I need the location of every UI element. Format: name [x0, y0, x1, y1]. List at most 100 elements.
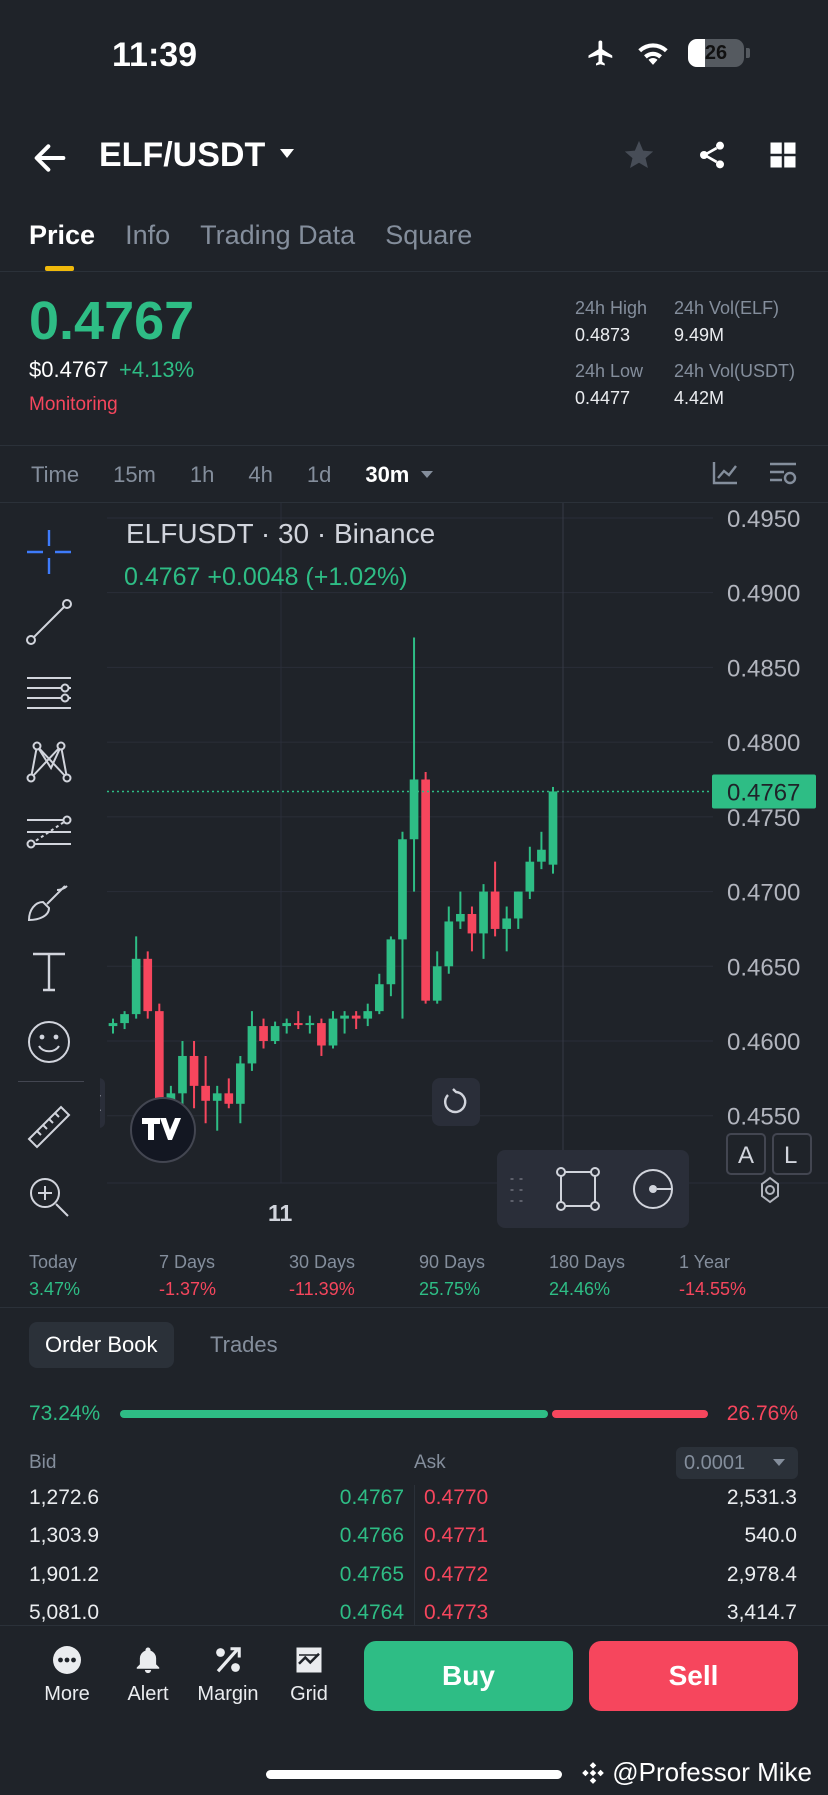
ruler-icon[interactable] [25, 1103, 73, 1151]
tab-info[interactable]: Info [125, 220, 170, 265]
candle-body [467, 913, 477, 934]
star-icon[interactable] [622, 138, 656, 172]
chart-settings-icon[interactable] [768, 460, 798, 486]
margin-button[interactable]: Margin [193, 1645, 263, 1706]
period-value: -1.37% [159, 1279, 217, 1299]
tab-order-book[interactable]: Order Book [29, 1322, 174, 1368]
handle-dot [556, 1167, 566, 1177]
indicator-icon[interactable] [711, 460, 739, 486]
y-tick-label: 0.4950 [727, 506, 800, 533]
orderbook-row[interactable]: 1,901.2 0.4765 0.4772 2,978.4 [0, 1563, 828, 1597]
candle-body [502, 918, 512, 929]
trend-line-icon[interactable] [25, 598, 73, 646]
y-tick-label: 0.4750 [727, 805, 800, 832]
status-icons: 26 [584, 38, 750, 68]
stat-vol-usdt-value: 4.42M [674, 388, 725, 408]
stat-vol-usdt-label: 24h Vol(USDT) [674, 361, 796, 381]
stat-high-value: 0.4873 [575, 325, 631, 345]
buy-button[interactable]: Buy [364, 1641, 573, 1711]
candle-body [513, 891, 523, 919]
candle-body [351, 1015, 361, 1019]
y-tick-label: 0.4600 [727, 1029, 800, 1056]
pattern-icon[interactable] [25, 738, 73, 786]
sell-button[interactable]: Sell [589, 1641, 798, 1711]
interval-time[interactable]: Time [31, 462, 79, 488]
tradingview-logo-icon [130, 1097, 196, 1163]
tab-trading-data[interactable]: Trading Data [200, 220, 355, 265]
handle-dot [556, 1201, 566, 1211]
period-label: 180 Days [549, 1252, 626, 1272]
orderbook-row[interactable]: 1,303.9 0.4766 0.4771 540.0 [0, 1524, 828, 1558]
crosshair-icon[interactable] [25, 528, 73, 576]
drawing-toolbar [0, 503, 100, 1238]
handle-dot [590, 1201, 600, 1211]
status-time: 11:39 [112, 36, 198, 74]
interval-30m[interactable]: 30m [365, 462, 409, 488]
horizontal-lines-icon[interactable] [25, 668, 73, 716]
fib-retracement-icon[interactable] [25, 808, 73, 856]
interval-15m[interactable]: 15m [113, 462, 156, 488]
brush-icon[interactable] [25, 878, 73, 926]
text-tool-icon[interactable] [25, 948, 73, 996]
bid-price: 0.4767 [339, 1486, 404, 1509]
price-chart[interactable]: 0.4950 0.4900 0.4850 0.4800 0.4750 0.4700 0.46… [0, 503, 828, 1238]
bid-price: 0.4764 [339, 1601, 404, 1624]
period-30d: 30 Days -11.39% [289, 1252, 355, 1300]
candle [421, 772, 430, 1004]
ask-ratio-fill [552, 1410, 708, 1418]
interval-dropdown-icon[interactable] [419, 462, 435, 486]
y-tick-label: 0.4800 [727, 730, 800, 757]
period-performance: Today 3.47% 7 Days -1.37% 30 Days -11.39% 9… [0, 1238, 828, 1308]
interval-4h[interactable]: 4h [248, 462, 272, 488]
candle-body [305, 1023, 315, 1026]
tab-trades[interactable]: Trades [210, 1322, 278, 1368]
grid-label: Grid [290, 1683, 328, 1705]
candle-body [421, 779, 430, 1001]
bid-price: 0.4765 [339, 1563, 404, 1586]
candle-body [328, 1018, 338, 1046]
candle-body [456, 913, 465, 922]
candle-body [386, 939, 396, 985]
grid-bot-icon [296, 1647, 322, 1673]
reset-chart-button[interactable] [432, 1078, 480, 1126]
ask-quantity: 3,414.7 [726, 1601, 797, 1624]
period-7d: 7 Days -1.37% [159, 1252, 216, 1300]
zoom-in-icon[interactable] [25, 1173, 73, 1221]
magnet-dot [649, 1185, 657, 1193]
pair-selector[interactable]: ELF/USDT [99, 136, 265, 175]
more-button[interactable]: More [32, 1645, 102, 1706]
candle-body [236, 1063, 245, 1104]
grid-menu-icon[interactable] [768, 140, 798, 170]
candle-body [490, 891, 500, 929]
chart-title: ELFUSDT · 30 · Binance [126, 518, 436, 549]
usd-price: $0.4767 [29, 357, 109, 382]
tabs-divider [0, 271, 828, 272]
caret-down-icon[interactable] [278, 146, 296, 160]
orderbook-row[interactable]: 1,272.6 0.4767 0.4770 2,531.3 [0, 1486, 828, 1520]
share-icon[interactable] [696, 139, 728, 171]
monitoring-label[interactable]: Monitoring [29, 394, 118, 416]
main-tabs: Price Info Trading Data Square [29, 220, 472, 271]
precision-select[interactable]: 0.0001 [676, 1447, 798, 1479]
emoji-icon[interactable] [25, 1018, 73, 1066]
precision-caret-icon [773, 1459, 785, 1466]
candle-body [548, 791, 558, 865]
back-arrow-icon[interactable] [30, 138, 70, 178]
stat-low-value: 0.4477 [575, 388, 631, 408]
ask-quantity: 2,531.3 [726, 1486, 797, 1509]
tab-price[interactable]: Price [29, 220, 95, 271]
ask-price: 0.4773 [424, 1601, 489, 1624]
interval-1h[interactable]: 1h [190, 462, 214, 488]
candle-body [317, 1023, 326, 1046]
period-label: 1 Year [679, 1252, 731, 1272]
alert-button[interactable]: Alert [113, 1645, 183, 1706]
y-tick-label: 0.4700 [727, 880, 800, 907]
watermark-text: @Professor Mike [612, 1757, 812, 1787]
ask-quantity: 540.0 [744, 1524, 797, 1547]
candle-body [537, 849, 546, 862]
tab-square[interactable]: Square [385, 220, 472, 265]
interval-1d[interactable]: 1d [307, 462, 331, 488]
grid-button[interactable]: Grid [274, 1645, 344, 1706]
candle [548, 786, 558, 874]
more-icon [53, 1646, 81, 1674]
